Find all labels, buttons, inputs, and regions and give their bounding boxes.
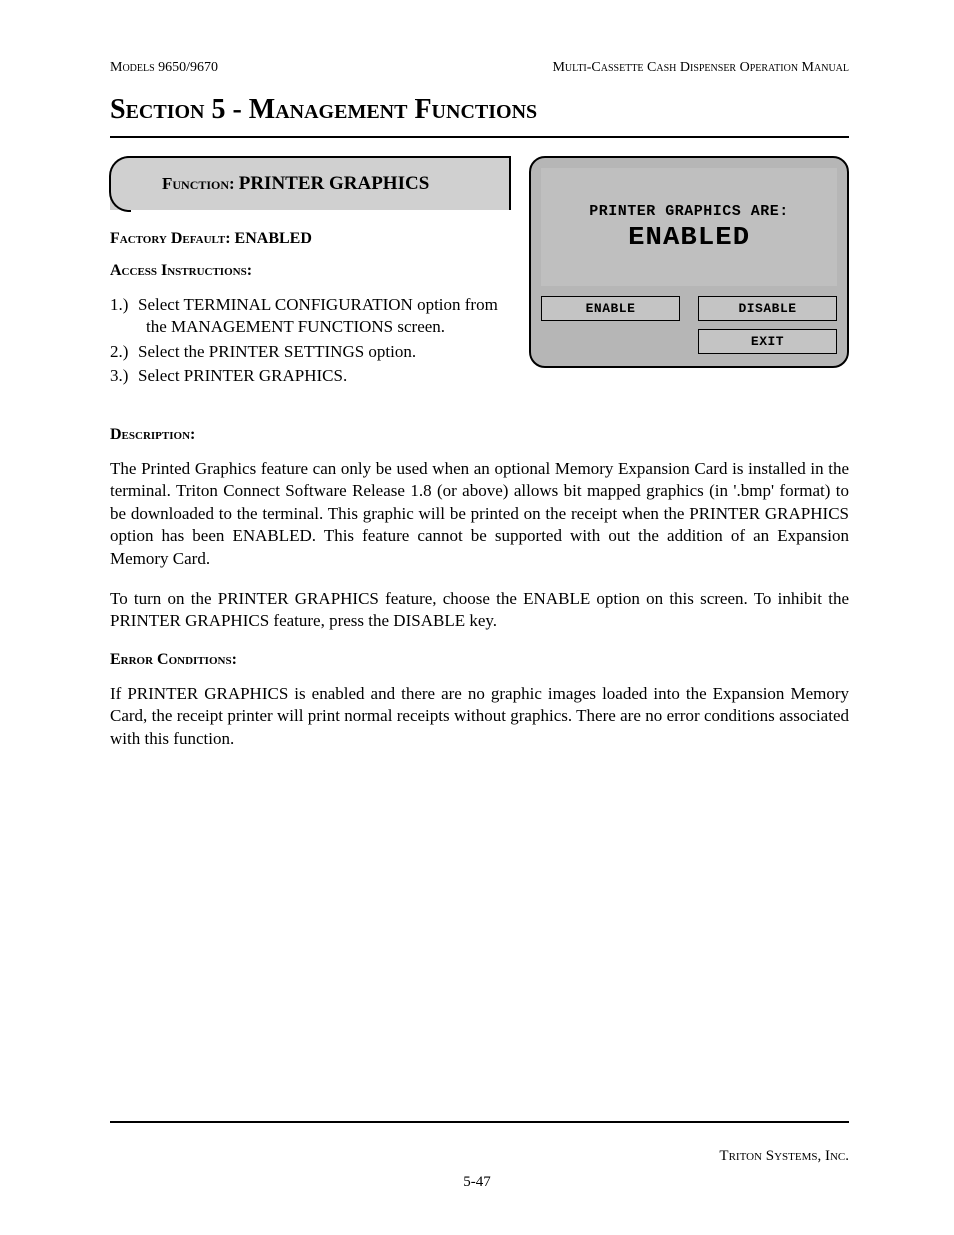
function-box: Function: PRINTER GRAPHICS	[110, 156, 511, 210]
description-heading: Description:	[110, 426, 849, 444]
step-text: Select the PRINTER SETTINGS option.	[138, 342, 416, 361]
access-step: 2.)Select the PRINTER SETTINGS option.	[110, 341, 511, 363]
factory-default-value: ENABLED	[235, 230, 312, 247]
access-step: 1.)Select TERMINAL CONFIGURATION option …	[110, 294, 511, 339]
description-paragraph-1: The Printed Graphics feature can only be…	[110, 458, 849, 570]
page-header: Models 9650/9670 Multi-Cassette Cash Dis…	[110, 60, 849, 76]
factory-default-heading: Factory Default: ENABLED	[110, 230, 511, 248]
error-conditions-heading: Error Conditions:	[110, 651, 849, 669]
terminal-button-grid: ENABLE DISABLE EXIT	[541, 296, 837, 354]
terminal-status-label: PRINTER GRAPHICS ARE:	[589, 203, 789, 220]
step-number: 3.)	[110, 365, 138, 387]
access-step: 3.)Select PRINTER GRAPHICS.	[110, 365, 511, 387]
footer-page-number: 5-47	[0, 1174, 954, 1191]
step-number: 1.)	[110, 294, 138, 316]
header-right: Multi-Cassette Cash Dispenser Operation …	[552, 60, 849, 76]
terminal-screen: PRINTER GRAPHICS ARE: ENABLED	[541, 168, 837, 286]
step-number: 2.)	[110, 341, 138, 363]
section-title: Section 5 - Management Functions	[110, 94, 849, 126]
left-column: Function: PRINTER GRAPHICS Factory Defau…	[110, 156, 511, 398]
function-value: PRINTER GRAPHICS	[239, 173, 430, 195]
terminal-button-blank	[541, 329, 680, 354]
footer-divider	[110, 1121, 849, 1123]
enable-button[interactable]: ENABLE	[541, 296, 680, 321]
access-instructions-list: 1.)Select TERMINAL CONFIGURATION option …	[110, 294, 511, 388]
exit-button[interactable]: EXIT	[698, 329, 837, 354]
description-paragraph-2: To turn on the PRINTER GRAPHICS feature,…	[110, 588, 849, 633]
factory-default-label: Factory Default:	[110, 230, 231, 247]
disable-button[interactable]: DISABLE	[698, 296, 837, 321]
error-conditions-paragraph: If PRINTER GRAPHICS is enabled and there…	[110, 683, 849, 750]
step-text: Select TERMINAL CONFIGURATION option fro…	[138, 295, 498, 336]
function-label: Function:	[162, 174, 235, 194]
footer-company: Triton Systems, Inc.	[719, 1148, 849, 1165]
title-divider	[110, 136, 849, 138]
terminal-status-value: ENABLED	[628, 222, 750, 252]
access-instructions-heading: Access Instructions:	[110, 262, 511, 280]
terminal-preview: PRINTER GRAPHICS ARE: ENABLED ENABLE DIS…	[529, 156, 849, 368]
step-text: Select PRINTER GRAPHICS.	[138, 366, 347, 385]
content-row: Function: PRINTER GRAPHICS Factory Defau…	[110, 156, 849, 398]
header-left: Models 9650/9670	[110, 60, 218, 76]
document-page: Models 9650/9670 Multi-Cassette Cash Dis…	[0, 0, 954, 1235]
